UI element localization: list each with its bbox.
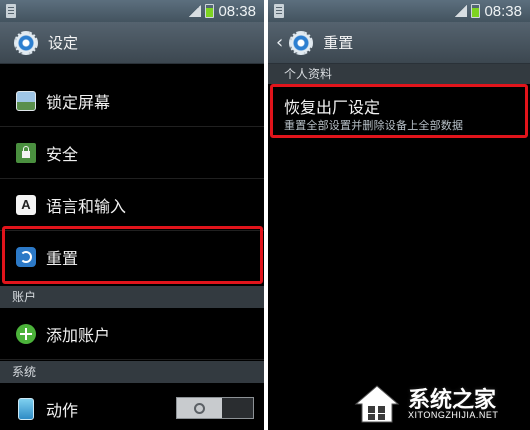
motion-toggle[interactable] [176,397,254,419]
security-icon [16,142,36,163]
menu-item-motion[interactable]: 动作 [0,383,264,430]
menu-item-security[interactable]: 安全 [0,127,264,179]
menu-item-add-account[interactable]: 添加账户 [0,308,264,360]
settings-gear-icon [14,30,38,55]
menu-item-lock-screen[interactable]: 锁定屏幕 [0,75,264,127]
motion-icon [18,397,34,420]
signal-icon [189,5,202,17]
section-header-system: 系统 [0,361,264,383]
signal-icon [455,5,468,17]
status-time: 08:38 [218,2,256,20]
right-phone-screen: 08:38 ‹ 重置 个人资料 恢复出厂设定 重置全部设置并删除设备上全部数据 … [268,0,530,430]
add-icon [16,323,36,344]
house-logo-icon [354,385,400,423]
section-header-personal-data: 个人资料 [268,64,530,84]
page-title: 设定 [48,34,79,52]
page-title: 重置 [323,34,354,52]
left-phone-screen: 08:38 设定 锁定屏幕 安全 A 语言和输入 重置 账户 添加账户 系统 动… [0,0,264,430]
factory-reset-highlight-box [270,84,528,138]
menu-item-language-input[interactable]: A 语言和输入 [0,179,264,231]
settings-gear-icon [289,30,314,55]
menu-item-label: 动作 [46,400,79,420]
reset-title-bar: ‹ 重置 [268,22,530,64]
reset-highlight-box [2,226,263,284]
toggle-off-indicator [177,398,222,418]
status-bar: 08:38 [268,0,530,22]
menu-item-label: 语言和输入 [46,196,127,216]
site-watermark: 系统之家 XITONGZHIJIA.NET [350,382,526,426]
notification-icon [274,4,284,18]
section-header-accounts: 账户 [0,286,264,308]
status-time: 08:38 [484,2,522,20]
watermark-url: XITONGZHIJIA.NET [408,410,499,420]
menu-item-label: 安全 [46,144,79,164]
status-bar: 08:38 [0,0,264,22]
menu-item-label: 添加账户 [46,325,111,345]
lock-screen-icon [16,90,36,111]
language-icon: A [16,194,36,215]
menu-item-label: 锁定屏幕 [46,92,111,112]
settings-title-bar: 设定 [0,22,264,64]
battery-icon [471,4,481,18]
back-arrow-icon[interactable]: ‹ [276,32,283,53]
notification-icon [6,4,16,18]
battery-icon [205,4,215,18]
